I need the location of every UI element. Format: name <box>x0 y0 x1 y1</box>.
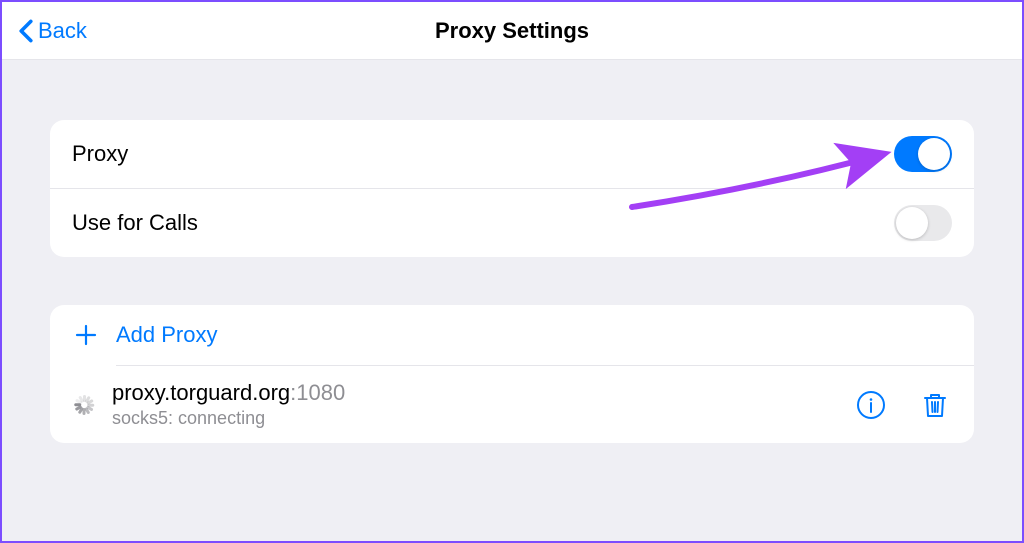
chevron-left-icon <box>18 19 34 43</box>
proxy-list-item[interactable]: proxy.torguard.org:1080 socks5: connecti… <box>72 366 974 443</box>
navigation-bar: Back Proxy Settings <box>2 2 1022 60</box>
proxy-delete-button[interactable] <box>918 388 952 422</box>
loading-spinner-icon <box>72 393 96 417</box>
proxy-toggle-label: Proxy <box>72 141 128 167</box>
proxy-info-button[interactable] <box>854 388 888 422</box>
proxy-host-line: proxy.torguard.org:1080 <box>112 380 345 406</box>
proxy-host: proxy.torguard.org <box>112 380 290 405</box>
proxy-status: socks5: connecting <box>112 408 345 429</box>
proxy-info: proxy.torguard.org:1080 socks5: connecti… <box>112 380 345 429</box>
use-for-calls-toggle[interactable] <box>894 205 952 241</box>
settings-group: Proxy Use for Calls <box>50 120 974 257</box>
add-proxy-label: Add Proxy <box>116 322 218 348</box>
content-area: Proxy Use for Calls Add Proxy <box>2 60 1022 443</box>
plus-icon <box>72 321 100 349</box>
trash-icon <box>920 390 950 420</box>
proxy-toggle[interactable] <box>894 136 952 172</box>
info-icon <box>856 390 886 420</box>
proxies-group: Add Proxy proxy.torguard.org:1080 <box>50 305 974 443</box>
proxy-port: 1080 <box>296 380 345 405</box>
use-for-calls-row: Use for Calls <box>50 189 974 257</box>
back-label: Back <box>38 18 87 44</box>
use-for-calls-label: Use for Calls <box>72 210 198 236</box>
back-button[interactable]: Back <box>2 18 99 44</box>
proxy-toggle-row: Proxy <box>50 120 974 189</box>
add-proxy-button[interactable]: Add Proxy <box>72 305 974 365</box>
page-title: Proxy Settings <box>435 18 589 44</box>
